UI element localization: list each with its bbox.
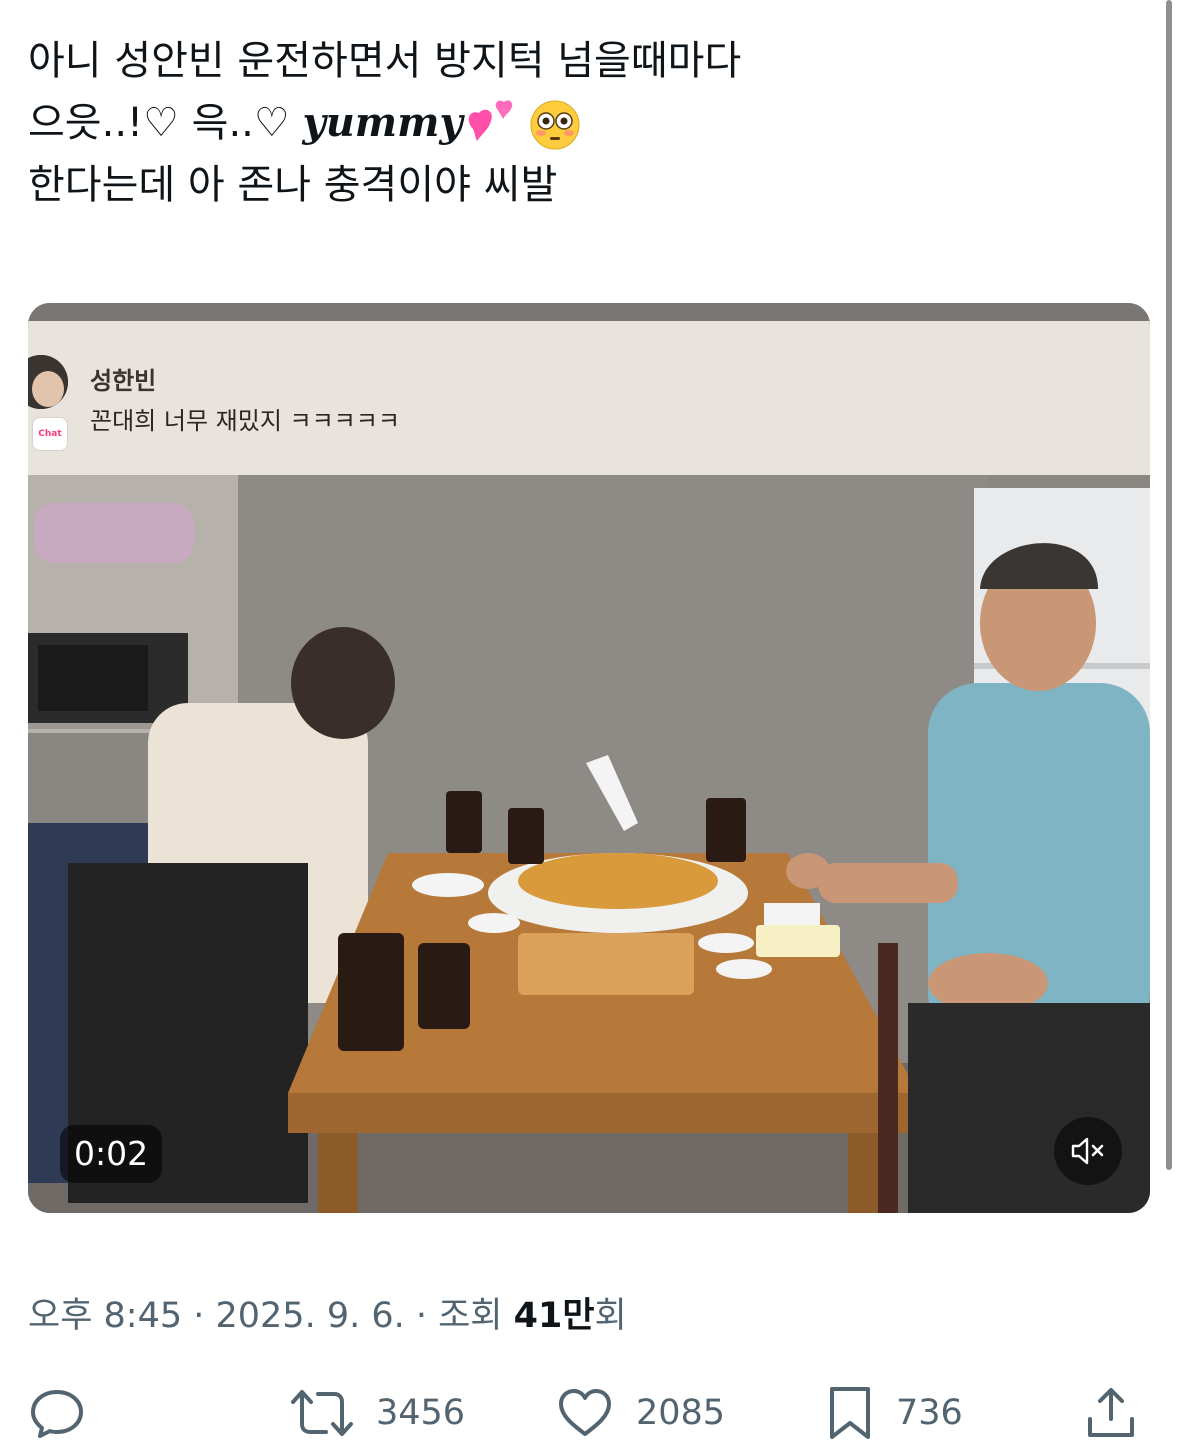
tweet-meta: 오후 8:45 · 2025. 9. 6. · 조회 41만회 <box>28 1287 627 1338</box>
retweet-button[interactable]: 3456 <box>290 1380 465 1446</box>
tweet-timestamp: 오후 8:45 · 2025. 9. 6. · 조회 <box>28 1296 514 1336</box>
video-player[interactable]: Chat 성한빈 꼰대희 너무 재밌지 ㅋㅋㅋㅋㅋ 0:02 <box>28 303 1150 1213</box>
bookmark-button[interactable]: 736 <box>826 1380 963 1446</box>
share-icon <box>1088 1388 1134 1437</box>
chat-badge-icon: Chat <box>32 417 68 451</box>
tweet-line-2-prefix: 으읏..!♡ 윽..♡ <box>28 100 303 146</box>
like-count: 2085 <box>636 1393 726 1433</box>
mute-toggle-button[interactable] <box>1054 1117 1122 1185</box>
tweet-line-3: 한다는데 아 존나 충격이야 씨발 <box>28 162 558 208</box>
views-count: 41만 <box>513 1296 595 1336</box>
overlay-author-name: 성한빈 <box>90 367 157 395</box>
bookmark-icon <box>830 1387 870 1439</box>
tweet-actions: 3456 2085 736 <box>0 1380 1179 1446</box>
two-hearts-icon <box>463 99 521 151</box>
overlay-message: 꼰대희 너무 재밌지 ㅋㅋㅋㅋㅋ <box>90 407 400 435</box>
scrollbar[interactable] <box>1166 0 1172 1170</box>
tweet-line-1: 아니 성안빈 운전하면서 방지턱 넘을때마다 <box>28 38 742 84</box>
tweet-line-2: 으읏..!♡ 윽..♡ yummy <box>28 92 1128 154</box>
views-suffix: 회 <box>594 1296 627 1336</box>
tweet-text: 아니 성안빈 운전하면서 방지턱 넘을때마다 으읏..!♡ 윽..♡ yummy… <box>28 30 1128 216</box>
reply-button[interactable] <box>28 1380 108 1446</box>
tweet-line-2-yummy: yummy <box>302 99 463 146</box>
flushed-face-icon <box>529 99 581 151</box>
retweet-count: 3456 <box>376 1393 466 1433</box>
speaker-muted-icon <box>1071 1137 1104 1165</box>
retweet-icon <box>291 1390 353 1436</box>
video-elapsed-time: 0:02 <box>60 1125 163 1183</box>
like-button[interactable]: 2085 <box>556 1380 725 1446</box>
chat-caption-overlay: Chat 성한빈 꼰대희 너무 재밌지 ㅋㅋㅋㅋㅋ <box>28 321 1150 475</box>
bookmark-count: 736 <box>896 1393 963 1433</box>
reply-icon <box>31 1390 83 1438</box>
heart-icon <box>559 1389 611 1436</box>
share-button[interactable] <box>1084 1380 1138 1446</box>
avatar <box>28 355 68 409</box>
